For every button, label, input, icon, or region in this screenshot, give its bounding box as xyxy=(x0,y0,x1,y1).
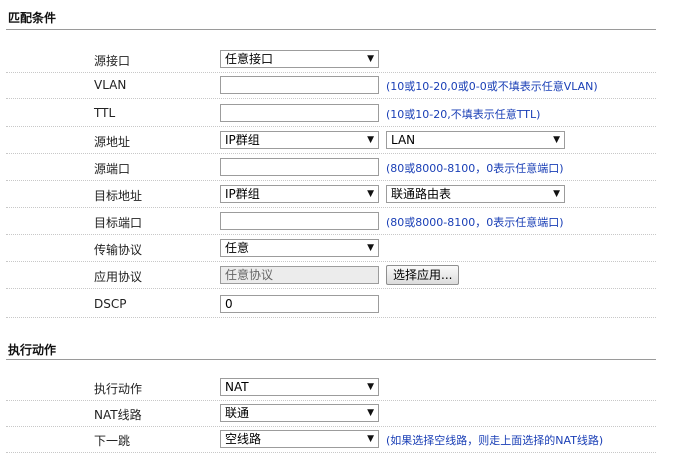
next-hop-select[interactable]: 空线路 ▼ xyxy=(220,430,379,448)
row-vlan: VLAN (10或10-20,0或0-0或不填表示任意VLAN) xyxy=(6,72,656,99)
app-protocol-label: 应用协议 xyxy=(94,270,143,284)
row-action: 执行动作 NAT ▼ xyxy=(6,374,656,401)
dst-addr-label: 目标地址 xyxy=(94,189,143,203)
dst-port-hint: (80或8000-8100，0表示任意端口) xyxy=(386,216,564,229)
action-section-title: 执行动作 xyxy=(8,343,57,357)
row-src-interface: 源接口 任意接口 ▼ xyxy=(6,46,656,73)
chevron-down-icon: ▼ xyxy=(367,189,374,199)
row-dst-port: 目标端口 (80或8000-8100，0表示任意端口) xyxy=(6,208,656,235)
row-next-hop: 下一跳 空线路 ▼ (如果选择空线路，则走上面选择的NAT线路) xyxy=(6,426,656,453)
next-hop-hint: (如果选择空线路，则走上面选择的NAT线路) xyxy=(386,434,604,447)
row-protocol: 传输协议 任意 ▼ xyxy=(6,235,656,262)
chevron-down-icon: ▼ xyxy=(367,243,374,253)
chevron-down-icon: ▼ xyxy=(367,408,374,418)
row-dst-addr: 目标地址 IP群组 ▼ 联通路由表 ▼ xyxy=(6,181,656,208)
ttl-hint: (10或10-20,不填表示任意TTL) xyxy=(386,108,541,121)
chevron-down-icon: ▼ xyxy=(367,54,374,64)
action-value: NAT xyxy=(225,380,249,394)
nat-line-value: 联通 xyxy=(225,406,250,420)
ttl-input[interactable] xyxy=(220,104,379,122)
app-protocol-field: 任意协议 xyxy=(220,266,379,284)
vlan-label: VLAN xyxy=(94,78,127,92)
dst-addr-type-value: IP群组 xyxy=(225,187,260,201)
src-port-hint: (80或8000-8100，0表示任意端口) xyxy=(386,162,564,175)
app-protocol-value: 任意协议 xyxy=(225,268,274,282)
next-hop-value: 空线路 xyxy=(225,432,262,446)
dst-port-input[interactable] xyxy=(220,212,379,230)
protocol-value: 任意 xyxy=(225,241,250,255)
chevron-down-icon: ▼ xyxy=(367,382,374,392)
chevron-down-icon: ▼ xyxy=(553,135,560,145)
dscp-label: DSCP xyxy=(94,297,127,311)
select-app-button[interactable]: 选择应用... xyxy=(386,265,460,285)
src-addr-group-value: LAN xyxy=(391,133,416,147)
match-section-title: 匹配条件 xyxy=(8,11,57,25)
row-src-port: 源端口 (80或8000-8100，0表示任意端口) xyxy=(6,154,656,181)
src-interface-label: 源接口 xyxy=(94,54,131,68)
src-addr-label: 源地址 xyxy=(94,135,131,149)
chevron-down-icon: ▼ xyxy=(367,135,374,145)
dst-addr-group-value: 联通路由表 xyxy=(391,187,452,201)
action-label: 执行动作 xyxy=(94,382,143,396)
dst-addr-group-select[interactable]: 联通路由表 ▼ xyxy=(386,185,565,203)
protocol-select[interactable]: 任意 ▼ xyxy=(220,239,379,257)
dscp-input[interactable]: 0 xyxy=(220,295,379,313)
ttl-label: TTL xyxy=(94,106,116,120)
match-section-divider xyxy=(6,29,656,30)
row-nat-line: NAT线路 联通 ▼ xyxy=(6,400,656,427)
src-port-label: 源端口 xyxy=(94,162,131,176)
row-ttl: TTL (10或10-20,不填表示任意TTL) xyxy=(6,100,656,127)
row-app-protocol: 应用协议 任意协议 选择应用... xyxy=(6,262,656,289)
row-dscp: DSCP 0 xyxy=(6,291,656,318)
action-select[interactable]: NAT ▼ xyxy=(220,378,379,396)
next-hop-label: 下一跳 xyxy=(94,434,131,448)
src-interface-select[interactable]: 任意接口 ▼ xyxy=(220,50,379,68)
dst-addr-type-select[interactable]: IP群组 ▼ xyxy=(220,185,379,203)
src-port-input[interactable] xyxy=(220,158,379,176)
protocol-label: 传输协议 xyxy=(94,243,143,257)
row-src-addr: 源地址 IP群组 ▼ LAN ▼ xyxy=(6,127,656,154)
src-addr-group-select[interactable]: LAN ▼ xyxy=(386,131,565,149)
src-addr-type-select[interactable]: IP群组 ▼ xyxy=(220,131,379,149)
chevron-down-icon: ▼ xyxy=(553,189,560,199)
nat-line-label: NAT线路 xyxy=(94,408,142,422)
chevron-down-icon: ▼ xyxy=(367,434,374,444)
nat-line-select[interactable]: 联通 ▼ xyxy=(220,404,379,422)
src-addr-type-value: IP群组 xyxy=(225,133,260,147)
action-section-divider xyxy=(6,359,656,360)
vlan-input[interactable] xyxy=(220,76,379,94)
vlan-hint: (10或10-20,0或0-0或不填表示任意VLAN) xyxy=(386,80,598,93)
src-interface-value: 任意接口 xyxy=(225,52,274,66)
dst-port-label: 目标端口 xyxy=(94,216,143,230)
dscp-value: 0 xyxy=(225,297,233,311)
